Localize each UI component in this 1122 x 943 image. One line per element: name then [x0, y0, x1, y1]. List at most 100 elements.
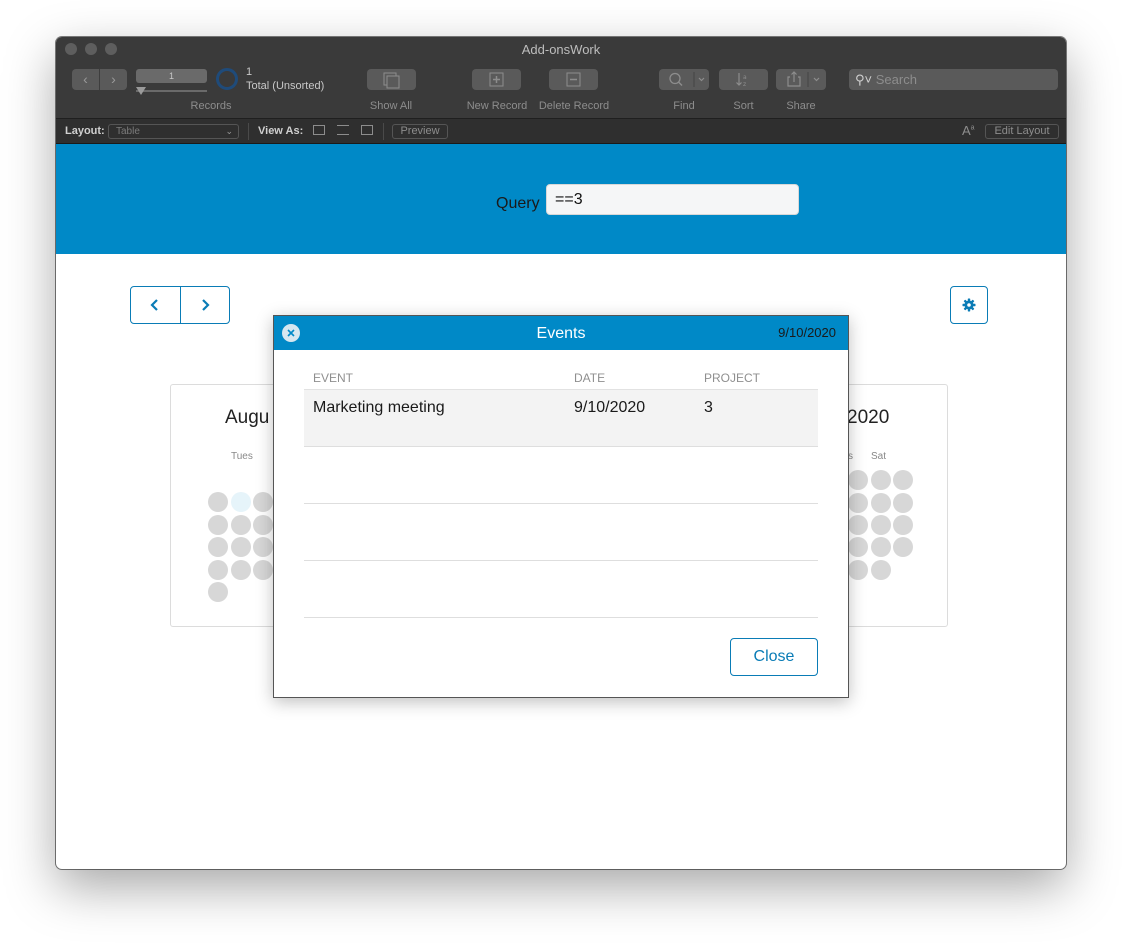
- table-row[interactable]: [304, 447, 818, 504]
- calendar-day-dot[interactable]: [253, 537, 273, 557]
- magnifier-icon: [669, 72, 705, 87]
- calendar-day-dot[interactable]: [208, 582, 228, 602]
- calendar-day-dot[interactable]: [893, 537, 913, 557]
- next-record-icon[interactable]: ›: [100, 69, 127, 90]
- current-record-field[interactable]: 1: [136, 69, 207, 83]
- event-cell: Marketing meeting: [313, 399, 445, 416]
- calendar-day-dot[interactable]: [871, 493, 891, 513]
- column-header-event: EVENT: [313, 371, 354, 385]
- window-title: Add-onsWork: [521, 42, 601, 57]
- calendar-day-dot[interactable]: [253, 492, 273, 512]
- calendar-day-dot[interactable]: [253, 515, 273, 535]
- font-size-icon[interactable]: Aa: [962, 123, 975, 138]
- layout-label: Layout:: [65, 125, 105, 137]
- share-button[interactable]: [776, 69, 826, 90]
- calendar-day-dot[interactable]: [848, 515, 868, 535]
- record-slider[interactable]: [136, 90, 207, 92]
- calendar-day-dot[interactable]: [893, 515, 913, 535]
- plus-icon: [489, 72, 504, 87]
- edit-layout-button[interactable]: Edit Layout: [985, 124, 1059, 139]
- view-as-label: View As:: [258, 125, 304, 137]
- new-record-button[interactable]: [472, 69, 521, 90]
- records-pie-icon: [216, 68, 238, 90]
- dialog-close-button[interactable]: [282, 324, 300, 342]
- record-total: Total (Unsorted): [246, 80, 325, 92]
- query-input[interactable]: ==3: [546, 184, 799, 215]
- separator: [383, 123, 384, 140]
- next-month-button[interactable]: [181, 287, 230, 323]
- calendar-day-dot[interactable]: [231, 560, 251, 580]
- list-view-icon[interactable]: [337, 125, 349, 135]
- column-header-date: DATE: [574, 371, 606, 385]
- weekday-label: Tues: [231, 451, 253, 462]
- calendar-day-dot[interactable]: [871, 560, 891, 580]
- calendar-day-dot[interactable]: [848, 537, 868, 557]
- form-view-icon[interactable]: [313, 125, 325, 135]
- delete-record-label: Delete Record: [538, 100, 610, 112]
- column-header-project: PROJECT: [704, 371, 761, 385]
- calendar-day-dot[interactable]: [231, 537, 251, 557]
- close-button[interactable]: Close: [730, 638, 818, 676]
- share-icon: [787, 71, 820, 87]
- gear-icon: [962, 298, 976, 312]
- weekday-label: Sat: [871, 451, 887, 462]
- layout-select-value: Table: [116, 126, 140, 137]
- calendar-day-dot[interactable]: [208, 537, 228, 557]
- separator: [248, 123, 249, 140]
- calendar-day-dot[interactable]: [208, 492, 228, 512]
- sort-label: Sort: [733, 100, 754, 112]
- calendar-day-dot[interactable]: [208, 515, 228, 535]
- calendar-day-dot[interactable]: [871, 470, 891, 490]
- show-all-button[interactable]: [367, 69, 416, 90]
- record-slider-thumb[interactable]: [136, 87, 146, 95]
- preview-button[interactable]: Preview: [392, 124, 448, 139]
- show-all-label: Show All: [369, 100, 413, 112]
- calendar-day-dot[interactable]: [871, 515, 891, 535]
- find-button[interactable]: [659, 69, 709, 90]
- query-banner: Query ==3: [56, 144, 1066, 254]
- month-title-left: Augu: [225, 407, 270, 428]
- sort-icon: az: [736, 73, 747, 88]
- record-nav: ‹ ›: [72, 69, 127, 90]
- table-row[interactable]: [304, 561, 818, 618]
- delete-record-button[interactable]: [549, 69, 598, 90]
- calendar-day-dot[interactable]: [848, 493, 868, 513]
- project-cell: 3: [704, 399, 713, 416]
- calendar-nav: [130, 286, 230, 324]
- layout-bar: Layout: Table ⌄ View As: Preview Aa Edit…: [56, 119, 1066, 144]
- previous-month-button[interactable]: [131, 287, 181, 323]
- new-record-label: New Record: [466, 100, 528, 112]
- dialog-date: 9/10/2020: [778, 325, 836, 340]
- search-icon: ⚲˅: [855, 72, 873, 87]
- chevron-down-icon: ⌄: [225, 126, 233, 136]
- date-cell: 9/10/2020: [574, 399, 646, 416]
- app-window: Add-onsWork ‹ › 1 1 Total (Unsorted) Rec…: [56, 37, 1066, 869]
- close-icon: [287, 329, 295, 337]
- table-row[interactable]: Marketing meeting 9/10/2020 3: [304, 390, 818, 447]
- table-row[interactable]: [304, 504, 818, 561]
- calendar-day-dot[interactable]: [231, 515, 251, 535]
- calendar-day-dot[interactable]: [893, 493, 913, 513]
- share-label: Share: [786, 100, 816, 112]
- minus-icon: [566, 72, 581, 87]
- previous-record-icon[interactable]: ‹: [72, 69, 100, 90]
- search-input[interactable]: ⚲˅ Search: [849, 69, 1058, 90]
- table-view-icon[interactable]: [361, 125, 373, 135]
- svg-text:z: z: [743, 81, 746, 88]
- chevron-right-icon: [201, 299, 210, 311]
- calendar-day-dot[interactable]: [208, 560, 228, 580]
- month-title-right: 2020: [847, 407, 890, 428]
- dialog-title: Events: [536, 325, 586, 342]
- calendar-day-dot[interactable]: [231, 492, 251, 512]
- calendar-day-dot[interactable]: [253, 560, 273, 580]
- records-label: Records: [190, 100, 232, 112]
- calendar-day-dot[interactable]: [848, 470, 868, 490]
- events-dialog: Events 9/10/2020 EVENT DATE PROJECT Mark…: [273, 315, 849, 698]
- calendar-day-dot[interactable]: [848, 560, 868, 580]
- settings-button[interactable]: [950, 286, 988, 324]
- query-label: Query: [496, 195, 540, 212]
- calendar-day-dot[interactable]: [871, 537, 891, 557]
- layout-select[interactable]: Table ⌄: [108, 124, 239, 139]
- calendar-day-dot[interactable]: [893, 470, 913, 490]
- sort-button[interactable]: az: [719, 69, 768, 90]
